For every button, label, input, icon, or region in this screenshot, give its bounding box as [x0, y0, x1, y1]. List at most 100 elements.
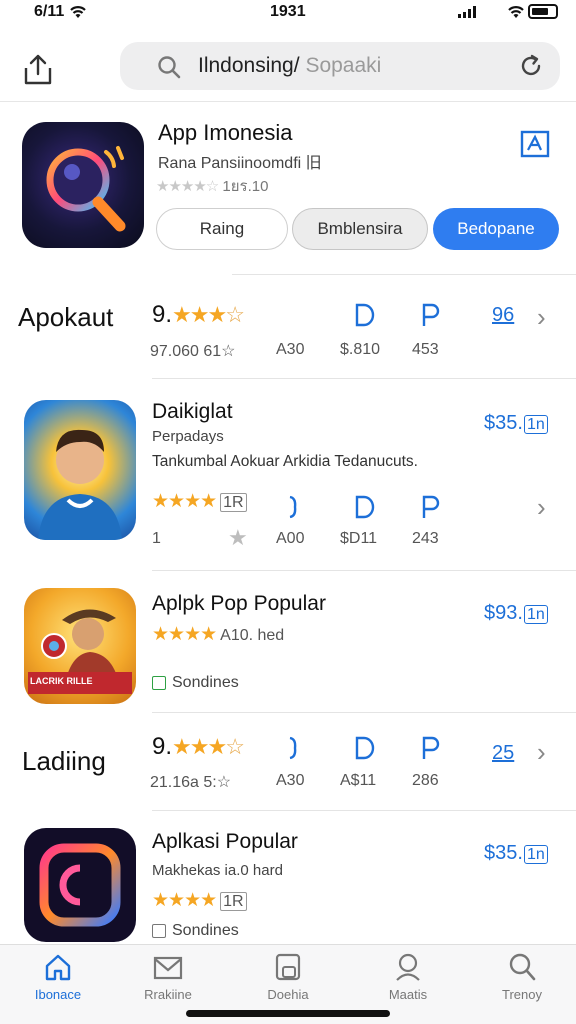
- price-box: 1n: [523, 605, 548, 624]
- row-stat: 21.16a 5:☆: [150, 774, 232, 791]
- check-icon: [152, 924, 166, 938]
- search-text: Ilndonsing/ Sopaaki: [198, 54, 381, 78]
- camera-icon: [39, 843, 121, 927]
- star-rating-icon: ★★★☆: [172, 734, 245, 759]
- app-icon-aplkasi[interactable]: [24, 828, 136, 942]
- featured-app-title: App Imonesia: [158, 120, 293, 145]
- row-stat: 286: [412, 772, 439, 789]
- tab-maatis[interactable]: Maatis: [358, 951, 458, 1011]
- p-stat-icon[interactable]: [420, 494, 442, 520]
- divider: [152, 712, 576, 713]
- tab-label: Trenoy: [502, 987, 542, 1002]
- d-stat-icon[interactable]: [354, 494, 376, 520]
- chevron-right-icon[interactable]: ›: [537, 737, 546, 768]
- status-text: Sondines: [172, 674, 239, 691]
- rating-label: 1R: [220, 493, 247, 512]
- price-box: 1n: [523, 415, 548, 434]
- row-stat: A30: [276, 341, 305, 358]
- search-placeholder: Sopaaki: [305, 54, 382, 77]
- app-subtitle: Makhekas ia.0 hard: [152, 862, 283, 879]
- app-status: Sondines: [152, 674, 239, 692]
- row-price[interactable]: 96: [492, 304, 514, 327]
- divider: [232, 274, 576, 275]
- featured-app-subtitle: Rana Pansiinoomdfi 旧: [158, 155, 322, 172]
- app-icon-popular[interactable]: LACRIK RILLE: [24, 588, 136, 704]
- search-input[interactable]: Ilndonsing/ Sopaaki: [120, 42, 560, 90]
- row-price[interactable]: 25: [492, 742, 514, 765]
- app-title: Aplkasi Popular: [152, 830, 298, 853]
- tab-home[interactable]: Ibonace: [8, 951, 108, 1011]
- check-icon: [152, 676, 166, 690]
- row-label-ladiing: Ladiing: [22, 746, 106, 776]
- chevron-right-icon[interactable]: ›: [537, 492, 546, 523]
- mail-icon: [153, 956, 183, 980]
- avatar-icon: [38, 429, 122, 540]
- row-stat: 243: [412, 530, 439, 547]
- rating-button[interactable]: Raing: [156, 208, 288, 250]
- star-rating: ★★★★ 1R: [152, 889, 247, 912]
- star-rating-icon: ★★★☆: [172, 302, 245, 327]
- app-price[interactable]: $35. 1n: [484, 412, 548, 435]
- rating-score: 9.★★★☆: [152, 733, 245, 761]
- rating-label: A10. hed: [220, 627, 285, 644]
- search-icon: [158, 56, 181, 79]
- tab-label: Rrakiine: [144, 987, 192, 1002]
- bookmark-button[interactable]: Bmblensira: [292, 208, 428, 250]
- search-icon: [509, 953, 536, 981]
- row-stat: $.810: [340, 341, 381, 358]
- tab-label: Maatis: [388, 987, 428, 1002]
- app-status: Sondines: [152, 922, 239, 940]
- divider: [152, 378, 576, 379]
- tab-rrakiine[interactable]: Rrakiine: [118, 951, 218, 1011]
- bar-stat-icon[interactable]: [284, 494, 300, 520]
- divider: [152, 810, 576, 811]
- d-stat-icon[interactable]: [354, 302, 376, 328]
- row-stat: A30: [276, 772, 305, 789]
- battery-icon: [528, 4, 558, 19]
- download-button[interactable]: Bedopane: [433, 208, 559, 250]
- row-stat: 453: [412, 341, 439, 358]
- image-badge-icon[interactable]: [520, 130, 550, 158]
- p-stat-icon[interactable]: [420, 302, 442, 328]
- chevron-right-icon[interactable]: ›: [537, 302, 546, 333]
- app-subtitle: Perpadays: [152, 428, 224, 445]
- app-price[interactable]: $35. 1n: [484, 842, 548, 865]
- app-title: Daikiglat: [152, 400, 233, 423]
- featured-app-rating: ★★★★☆ 1ยร.10: [156, 174, 268, 198]
- price-value: $93.: [484, 602, 523, 624]
- price-value: $35.: [484, 412, 523, 434]
- row-label-apokaut: Apokaut: [18, 302, 114, 332]
- featured-app-card[interactable]: App Imonesia Rana Pansiinoomdfi 旧 ★★★★☆ …: [0, 104, 576, 276]
- star-icon: ★: [228, 525, 248, 550]
- rating-number: 9.: [152, 301, 173, 328]
- row-stat: $D11: [340, 530, 378, 547]
- price-box: 1n: [523, 845, 548, 864]
- price-value: $35.: [484, 842, 523, 864]
- rating-number: 9.: [152, 733, 173, 760]
- home-indicator[interactable]: [186, 1010, 390, 1017]
- status-text: Sondines: [172, 922, 239, 939]
- tab-label: Doehia: [267, 987, 309, 1002]
- app-icon-daikiglat[interactable]: [24, 400, 136, 540]
- magnifier-icon: [46, 146, 126, 232]
- tab-label: Ibonace: [34, 987, 82, 1002]
- share-icon[interactable]: [18, 50, 58, 90]
- row-stat: A$11: [340, 772, 377, 789]
- divider: [152, 570, 576, 571]
- tab-doehia[interactable]: Doehia: [238, 951, 338, 1011]
- featured-rating-text: 1ยร.10: [222, 178, 269, 195]
- signal-icon: [458, 6, 476, 18]
- search-query: Ilndonsing: [198, 54, 294, 77]
- status-time-left: 6/11: [34, 3, 65, 20]
- star-rating-icon: ★★★★☆: [156, 178, 219, 195]
- tab-trenoy[interactable]: Trenoy: [472, 951, 572, 1011]
- app-price[interactable]: $93. 1n: [484, 602, 548, 625]
- star-rating: ★★★★ A10. hed: [152, 624, 285, 645]
- d-stat-icon[interactable]: [354, 735, 376, 761]
- row-stat: 97.060 61☆: [150, 343, 236, 360]
- p-stat-icon[interactable]: [420, 735, 442, 761]
- wifi-icon: [70, 6, 86, 18]
- refresh-icon[interactable]: [518, 53, 544, 79]
- bar-stat-icon[interactable]: [284, 735, 300, 761]
- home-icon: [45, 954, 71, 981]
